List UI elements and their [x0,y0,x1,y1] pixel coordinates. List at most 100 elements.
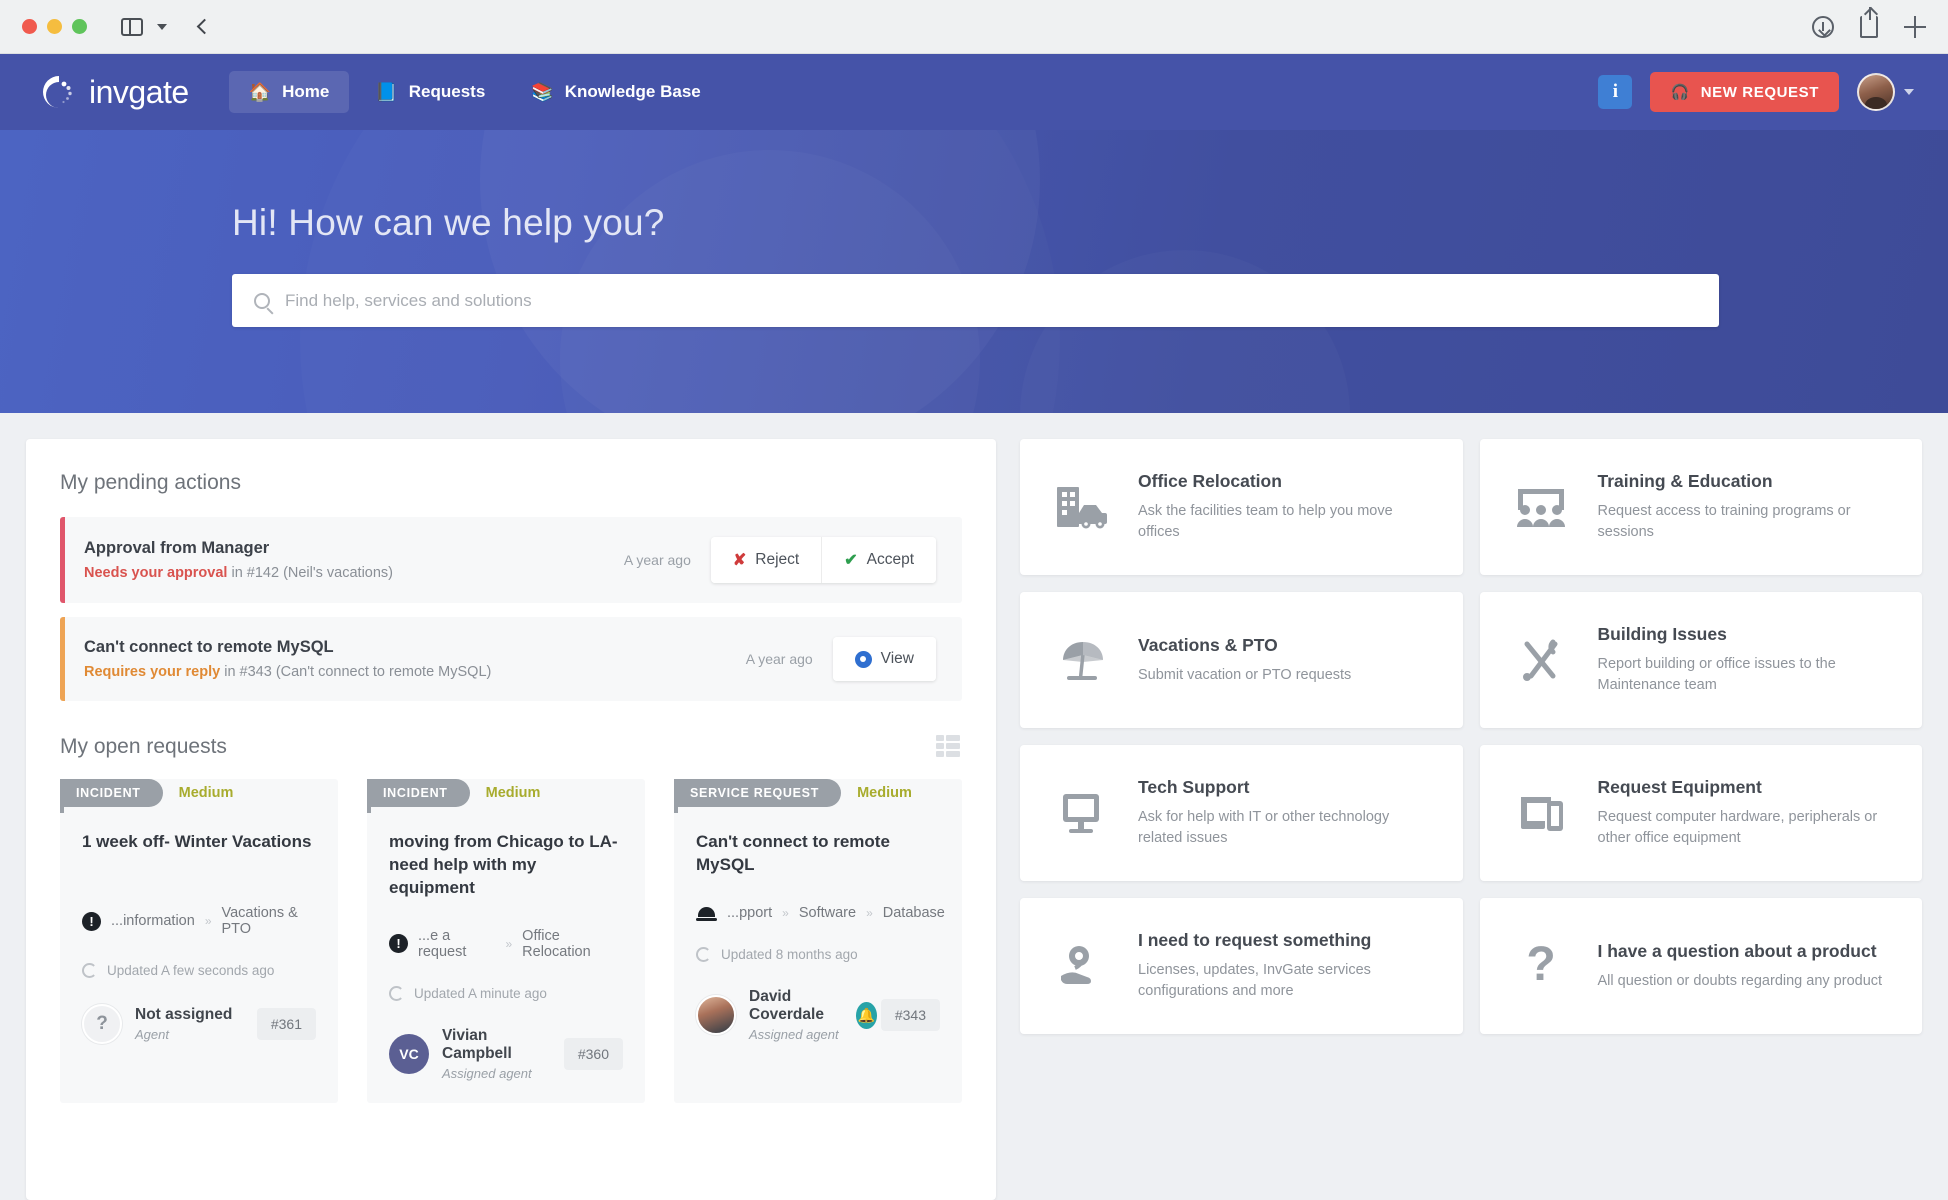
user-menu[interactable] [1857,73,1914,111]
request-title: 1 week off- Winter Vacations [82,832,312,851]
catalog-card-tech-support[interactable]: Tech Support Ask for help with IT or oth… [1020,745,1463,881]
request-updated: Updated 8 months ago [696,947,940,962]
question-mark-icon: ? [1510,942,1572,990]
pending-status: Needs your approval [84,565,228,581]
catalog-title: Tech Support [1138,777,1250,798]
breadcrumb-separator: » [204,914,212,928]
avatar [1857,73,1895,111]
request-breadcrumb: ! ...information » Vacations & PTO [82,905,316,937]
info-button[interactable]: i [1598,75,1633,109]
accept-button[interactable]: ✔ Accept [821,537,936,583]
view-button[interactable]: View [832,637,936,681]
agent-role: Assigned agent [749,1027,839,1042]
pending-time: A year ago [745,651,813,667]
nav-item-requests[interactable]: 📘 Requests [355,71,505,113]
breadcrumb-separator: » [782,906,789,920]
request-number: #361 [256,1008,316,1040]
request-number: #360 [563,1037,623,1070]
pending-time: A year ago [623,552,691,568]
catalog-title: Vacations & PTO [1138,634,1278,655]
catalog-title: I have a question about a product [1597,940,1877,961]
open-requests-cards: INCIDENT Medium 1 week off- Winter Vacat… [60,779,962,1103]
request-priority: Medium [485,785,541,801]
breadcrumb-part: Office Relocation [522,927,591,960]
breadcrumb-part: ...pport [727,905,773,921]
back-icon[interactable] [196,18,213,35]
catalog-card-training-education[interactable]: Training & Education Request access to t… [1479,439,1922,575]
share-icon[interactable] [1860,6,1878,38]
catalog-card-office-relocation[interactable]: Office Relocation Ask the facilities tea… [1020,439,1463,575]
main-content: My pending actions Approval from Manager… [0,413,1948,1200]
request-breadcrumb: ! ...e a request » Office Relocation [389,928,623,960]
pending-title: Can't connect to remote MySQL [84,638,334,656]
catalog-card-request-equipment[interactable]: Request Equipment Request computer hardw… [1479,745,1922,881]
request-priority: Medium [178,785,234,801]
catalog-desc: Licenses, updates, InvGate services conf… [1138,962,1371,999]
hero-greeting: Hi! How can we help you? [232,202,665,243]
header-right: i 🎧 NEW REQUEST [1598,72,1914,112]
request-card[interactable]: SERVICE REQUEST Medium Can't connect to … [674,779,962,1103]
refresh-icon [696,947,711,962]
catalog-desc: Submit vacation or PTO requests [1138,666,1352,683]
request-title: Can't connect to remote MySQL [696,832,890,874]
hand-gear-icon [1050,942,1112,990]
chevron-down-icon[interactable] [157,23,167,30]
catalog-desc: Request access to training programs or s… [1597,503,1851,540]
invgate-logo-icon [40,73,78,111]
breadcrumb-part: Database [882,905,945,921]
catalog-desc: Ask the facilities team to help you move… [1138,503,1393,540]
request-type-badge: INCIDENT [60,779,163,807]
pending-title: Approval from Manager [84,539,270,557]
close-icon: ✘ [732,552,747,569]
notification-bell-icon[interactable]: 🔔 [855,1001,877,1029]
devices-icon [1510,789,1572,837]
browser-left-tools [121,17,213,36]
plus-icon[interactable] [1904,15,1926,38]
reject-label: Reject [755,551,800,568]
pending-detail: in #142 (Neil's vacations) [227,565,394,581]
catalog-card-product-question[interactable]: ? I have a question about a product All … [1479,898,1922,1034]
monitor-icon [1050,789,1112,837]
request-title: moving from Chicago to LA- need help wit… [389,832,618,897]
close-window-button[interactable] [22,19,37,34]
logo[interactable]: invgate [40,73,189,111]
accept-label: Accept [866,551,914,568]
new-request-label: NEW REQUEST [1700,83,1819,101]
updated-label: Updated A minute ago [414,985,547,1001]
pending-detail: in #343 (Can't connect to remote MySQL) [220,664,492,680]
avatar: VC [389,1033,429,1074]
grid-view-icon[interactable] [936,735,962,759]
catalog-card-vacations-pto[interactable]: Vacations & PTO Submit vacation or PTO r… [1020,592,1463,728]
people-board-icon [1510,483,1572,531]
requests-icon: 📘 [375,82,398,102]
maximize-window-button[interactable] [72,19,87,34]
nav-item-home[interactable]: 🏠 Home [228,71,350,113]
download-icon[interactable] [1812,15,1834,38]
building-car-icon [1050,483,1112,531]
reject-button[interactable]: ✘ Reject [710,537,822,583]
catalog-card-request-something[interactable]: I need to request something Licenses, up… [1020,898,1463,1034]
tools-icon [1510,636,1572,684]
request-card[interactable]: INCIDENT Medium 1 week off- Winter Vacat… [60,779,338,1103]
catalog-card-building-issues[interactable]: Building Issues Report building or offic… [1479,592,1922,728]
request-type-badge: INCIDENT [367,779,470,807]
sidebar-toggle-icon[interactable] [121,17,143,36]
browser-right-tools [1812,6,1926,38]
catalog-title: I need to request something [1138,930,1372,951]
pending-action-buttons: View [832,637,936,681]
search-bar[interactable] [232,274,1719,327]
left-panel: My pending actions Approval from Manager… [26,439,996,1200]
new-request-button[interactable]: 🎧 NEW REQUEST [1650,72,1839,112]
search-input[interactable] [285,290,1697,311]
minimize-window-button[interactable] [47,19,62,34]
catalog-desc: Report building or office issues to the … [1597,656,1836,693]
pending-actions-list: Approval from Manager Needs your approva… [60,517,962,701]
nav-item-knowledge-base[interactable]: 📚 Knowledge Base [511,71,720,113]
pending-action-row[interactable]: Can't connect to remote MySQL Requires y… [60,617,962,701]
breadcrumb-part: Software [798,905,857,921]
pending-actions-header: My pending actions [60,471,962,495]
pending-action-row[interactable]: Approval from Manager Needs your approva… [60,517,962,603]
logo-text: invgate [89,73,189,110]
catalog-desc: Request computer hardware, peripherals o… [1597,809,1878,846]
request-card[interactable]: INCIDENT Medium moving from Chicago to L… [367,779,645,1103]
